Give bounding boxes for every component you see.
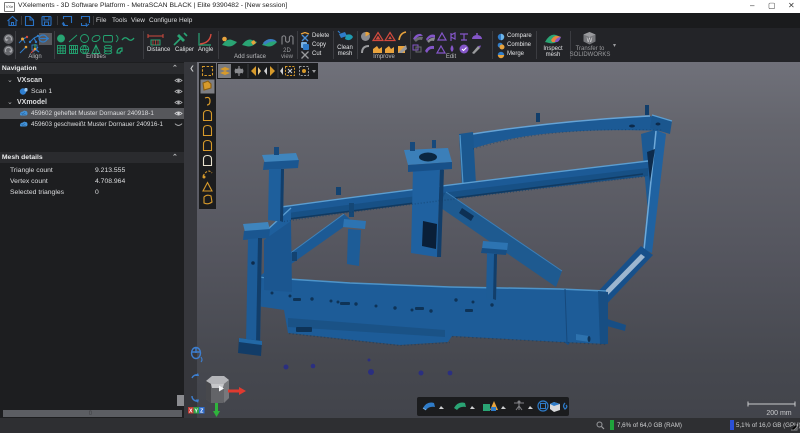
svg-text:X: X: [189, 408, 193, 414]
svg-text:200 mm: 200 mm: [766, 410, 791, 417]
svg-text:Y: Y: [194, 408, 198, 414]
svg-text:W: W: [587, 38, 593, 44]
